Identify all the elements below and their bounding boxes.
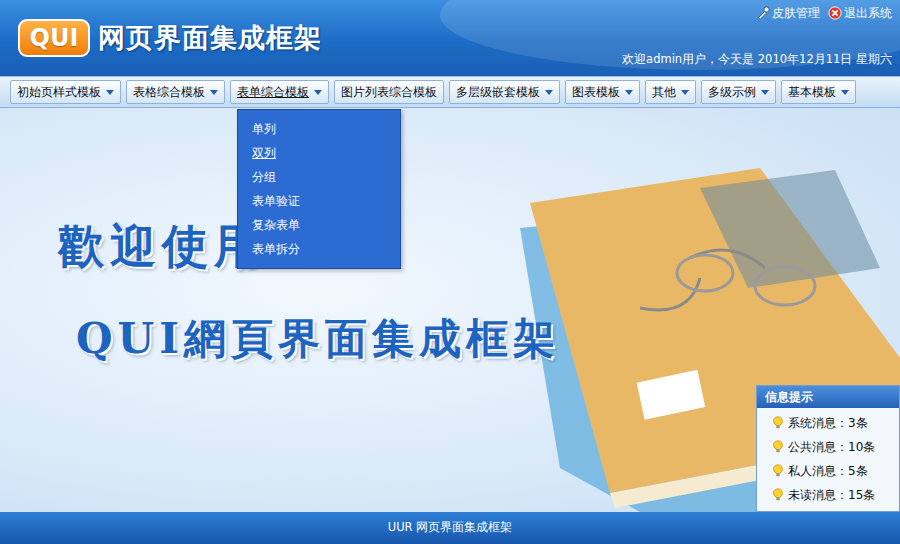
menu-item-label[interactable]: 基本模板 <box>788 83 836 101</box>
menu-item-label[interactable]: 多级示例 <box>708 83 756 101</box>
dropdown-arrow-icon[interactable] <box>210 90 218 95</box>
menu-item[interactable]: 表单综合模板 <box>230 80 329 104</box>
menu-item[interactable]: 基本模板 <box>781 80 856 104</box>
logo: QUI <box>18 19 90 57</box>
info-item-label[interactable]: 私人消息：5条 <box>788 462 868 480</box>
welcome-text: 欢迎admin用户，今天是 2010年12月11日 星期六 <box>622 51 892 72</box>
app-window: QUI网页界面集成框架 皮肤管理 退出系统 欢迎admin用户，今天是 2010年… <box>0 0 900 544</box>
main-area: 歡迎使用QUI網頁界面集成框架 单列双列分组表单验证复杂表单表单拆分 信息提示系… <box>0 108 900 512</box>
dropdown-item[interactable]: 复杂表单 <box>238 213 400 237</box>
menu-item-label[interactable]: 多层级嵌套模板 <box>456 83 540 101</box>
menu-item-label[interactable]: 其他 <box>652 83 676 101</box>
menu-item-label[interactable]: 图片列表综合模板 <box>341 83 437 101</box>
menu-item[interactable]: 初始页样式模板 <box>10 80 121 104</box>
bulb-icon <box>771 416 785 430</box>
dropdown-menu: 单列双列分组表单验证复杂表单表单拆分 <box>237 109 401 269</box>
info-panel-title: 信息提示 <box>757 386 899 408</box>
menu-item[interactable]: 表格综合模板 <box>126 80 225 104</box>
menu-item[interactable]: 多层级嵌套模板 <box>449 80 560 104</box>
menu-bar: 初始页样式模板 表格综合模板 表单综合模板 图片列表综合模板 多层级嵌套模板 图表模板 其他… <box>0 76 900 108</box>
info-item[interactable]: 系统消息：3条 <box>771 411 899 435</box>
info-item[interactable]: 未读消息：15条 <box>771 483 899 507</box>
bulb-icon <box>771 464 785 478</box>
header-right: 皮肤管理 退出系统 欢迎admin用户，今天是 2010年12月11日 星期六 <box>622 0 892 76</box>
bulb-icon <box>771 440 785 454</box>
dropdown-arrow-icon[interactable] <box>681 90 689 95</box>
top-links: 皮肤管理 退出系统 <box>756 4 892 22</box>
menu-item-label[interactable]: 图表模板 <box>572 83 620 101</box>
brand: QUI网页界面集成框架 <box>18 18 322 59</box>
menu-item-label[interactable]: 初始页样式模板 <box>17 83 101 101</box>
footer-text: UUR 网页界面集成框架 <box>388 519 512 536</box>
banner-line: 歡迎使用 <box>58 220 900 273</box>
info-list: 系统消息：3条公共消息：10条私人消息：5条未读消息：15条 <box>757 408 899 511</box>
banner-line: QUI網頁界面集成框架 <box>76 315 900 363</box>
app-title: 网页界面集成框架 <box>98 18 322 59</box>
info-item[interactable]: 公共消息：10条 <box>771 435 899 459</box>
exit-icon <box>828 6 842 20</box>
menu-item[interactable]: 多级示例 <box>701 80 776 104</box>
top-link[interactable]: 退出系统 <box>828 4 892 22</box>
menu-item[interactable]: 图表模板 <box>565 80 640 104</box>
dropdown-item[interactable]: 表单验证 <box>238 189 400 213</box>
menu-item[interactable]: 其他 <box>645 80 696 104</box>
info-item-label[interactable]: 系统消息：3条 <box>788 414 868 432</box>
dropdown-arrow-icon[interactable] <box>545 90 553 95</box>
dropdown-item[interactable]: 表单拆分 <box>238 237 400 261</box>
dropdown-arrow-icon[interactable] <box>106 90 114 95</box>
top-link-label[interactable]: 退出系统 <box>844 4 892 22</box>
header: QUI网页界面集成框架 皮肤管理 退出系统 欢迎admin用户，今天是 2010年… <box>0 0 900 76</box>
dropdown-arrow-icon[interactable] <box>841 90 849 95</box>
top-link[interactable]: 皮肤管理 <box>756 4 820 22</box>
dropdown-item[interactable]: 单列 <box>238 117 400 141</box>
dropdown-item[interactable]: 分组 <box>238 165 400 189</box>
welcome-banner: 歡迎使用 QUI網頁界面集成框架 <box>0 108 900 363</box>
info-panel: 信息提示系统消息：3条公共消息：10条私人消息：5条未读消息：15条 <box>756 385 900 512</box>
menu-item-label[interactable]: 表格综合模板 <box>133 83 205 101</box>
info-item-label[interactable]: 公共消息：10条 <box>788 438 875 456</box>
skin-icon <box>756 6 770 20</box>
menu-item-label[interactable]: 表单综合模板 <box>237 83 309 101</box>
menu-item[interactable]: 图片列表综合模板 <box>334 80 444 104</box>
top-link-label[interactable]: 皮肤管理 <box>772 4 820 22</box>
dropdown-arrow-icon[interactable] <box>625 90 633 95</box>
dropdown-item[interactable]: 双列 <box>238 141 400 165</box>
dropdown-arrow-icon[interactable] <box>761 90 769 95</box>
info-item[interactable]: 私人消息：5条 <box>771 459 899 483</box>
bulb-icon <box>771 488 785 502</box>
info-item-label[interactable]: 未读消息：15条 <box>788 486 875 504</box>
footer: UUR 网页界面集成框架 <box>0 512 900 544</box>
dropdown-arrow-icon[interactable] <box>314 90 322 95</box>
